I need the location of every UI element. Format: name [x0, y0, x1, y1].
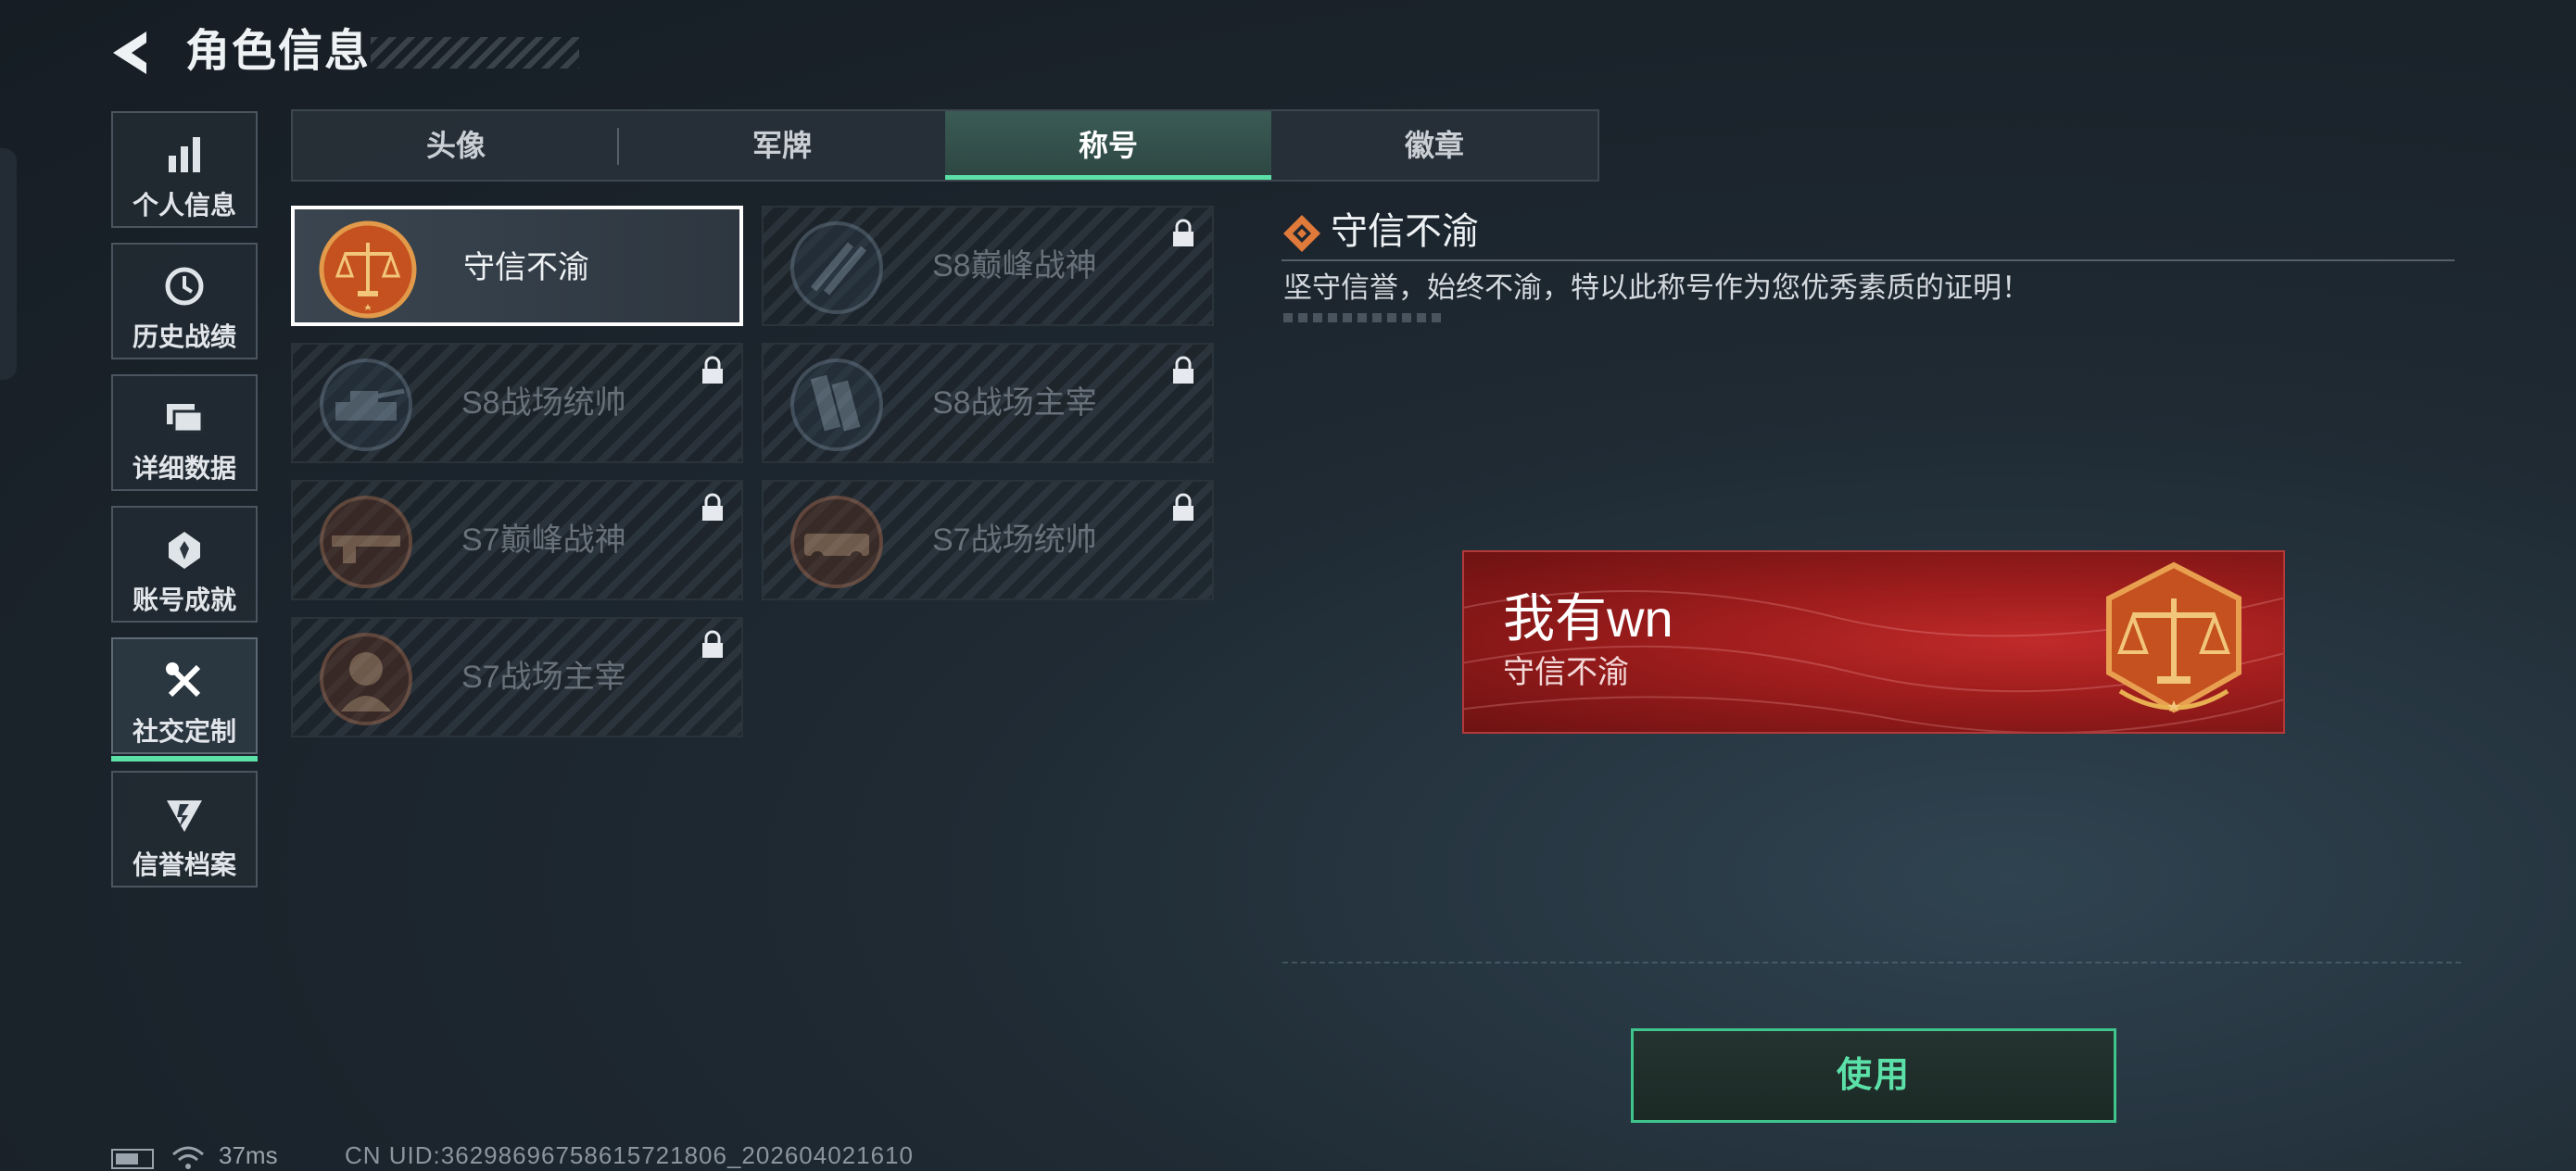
vehicle-emblem-icon — [790, 496, 883, 588]
tank-emblem-icon — [320, 359, 412, 451]
tools-icon — [166, 662, 201, 698]
sidebar-item-personal-info[interactable]: 个人信息 — [111, 111, 258, 228]
achievement-icon — [169, 532, 200, 569]
scales-emblem-icon — [2106, 561, 2241, 713]
banner-title: 守信不渝 — [1503, 655, 1629, 690]
scales-emblem-icon — [319, 220, 417, 319]
sidebar-item-label: 历史战绩 — [132, 322, 236, 351]
folder-icon — [167, 404, 204, 434]
sidebar-item-credit-file[interactable]: 信誉档案 — [111, 771, 258, 888]
lock-icon — [1173, 219, 1193, 246]
left-edge-handle — [0, 148, 17, 380]
title-name: S7巅峰战神 — [461, 523, 626, 558]
detail-title: 守信不渝 — [1331, 211, 1479, 252]
banner-player-name: 我有wn — [1503, 589, 1673, 648]
title-card[interactable]: S8战场主宰 — [762, 343, 1214, 463]
sidebar-item-detailed-data[interactable]: 详细数据 — [111, 374, 258, 491]
sidebar-item-label: 信誉档案 — [132, 850, 236, 879]
title-name: S7战场统帅 — [932, 523, 1097, 558]
detail-decoration — [1283, 313, 1446, 322]
soldier-emblem-icon — [320, 633, 412, 725]
wifi-icon — [172, 1146, 204, 1169]
ping-text: 37ms — [219, 1141, 278, 1169]
title-decoration — [371, 37, 579, 69]
sidebar-item-label: 账号成就 — [132, 586, 236, 614]
divider-line — [1282, 962, 2461, 963]
lock-icon — [702, 493, 723, 521]
sidebar-item-social-custom[interactable]: 社交定制 — [111, 637, 258, 762]
tab-title[interactable]: 称号 — [945, 111, 1271, 180]
sidebar-item-history[interactable]: 历史战绩 — [111, 243, 258, 359]
use-button[interactable]: 使用 — [1631, 1028, 2116, 1123]
title-card[interactable]: S7战场主宰 — [291, 617, 743, 737]
tab-dog-tag[interactable]: 军牌 — [619, 111, 945, 180]
lock-icon — [702, 356, 723, 384]
detail-description: 坚守信誉，始终不渝，特以此称号作为您优秀素质的证明！ — [1283, 271, 2030, 304]
title-card[interactable]: S8战场统帅 — [291, 343, 743, 463]
credit-icon — [167, 800, 202, 832]
title-name: 守信不渝 — [463, 250, 589, 285]
sidebar-item-label: 个人信息 — [132, 191, 236, 220]
tab-avatar[interactable]: 头像 — [293, 111, 619, 180]
title-card[interactable]: 守信不渝 — [291, 206, 743, 326]
title-name: S8战场统帅 — [461, 385, 626, 421]
title-name: S7战场主宰 — [461, 660, 626, 695]
title-name: S8战场主宰 — [932, 385, 1097, 421]
bar-chart-icon — [169, 137, 200, 172]
tab-badge[interactable]: 徽章 — [1271, 111, 1597, 180]
history-icon — [165, 267, 204, 306]
diamond-title-icon — [1283, 215, 1320, 252]
lock-icon — [1173, 356, 1193, 384]
title-card[interactable]: S7巅峰战神 — [291, 480, 743, 600]
tower-emblem-icon — [790, 359, 883, 451]
tab-bar: 头像 军牌 称号 徽章 — [291, 109, 1599, 182]
s8-peak-emblem-icon — [790, 221, 883, 314]
back-arrow-icon[interactable] — [109, 28, 159, 78]
title-card[interactable]: S8巅峰战神 — [762, 206, 1214, 326]
page-title: 角色信息 — [185, 27, 372, 76]
rifle-emblem-icon — [320, 496, 412, 588]
lock-icon — [1173, 493, 1193, 521]
battery-icon — [111, 1149, 154, 1169]
sidebar-item-label: 详细数据 — [132, 454, 236, 483]
sidebar-item-label: 社交定制 — [132, 717, 236, 746]
uid-text: CN UID:3629869675861572​1806_20260402161… — [345, 1141, 914, 1169]
detail-divider — [1282, 259, 2455, 261]
sidebar-item-achievements[interactable]: 账号成就 — [111, 506, 258, 623]
title-name: S8巅峰战神 — [932, 248, 1097, 283]
lock-icon — [702, 630, 723, 658]
title-card[interactable]: S7战场统帅 — [762, 480, 1214, 600]
